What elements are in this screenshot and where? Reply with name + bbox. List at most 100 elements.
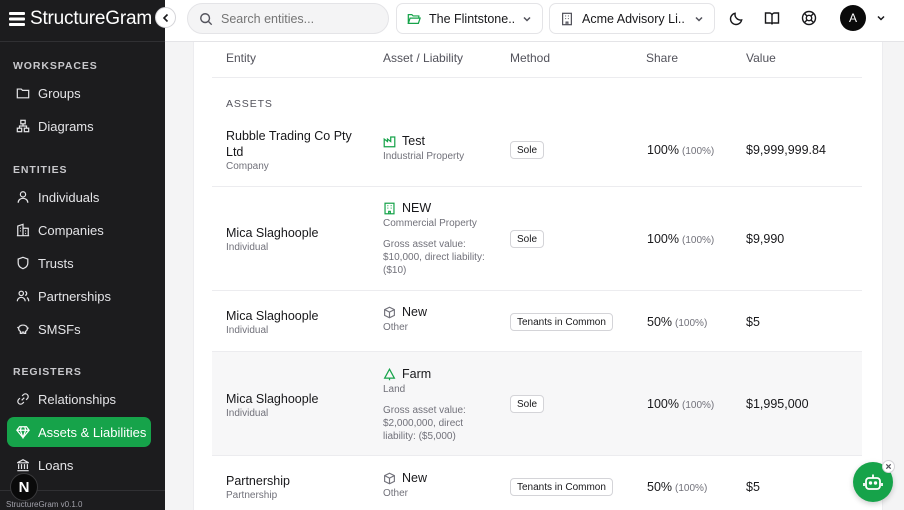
column-header-entity[interactable]: Entity: [226, 51, 256, 65]
sidebar-item-groups[interactable]: Groups: [7, 78, 151, 108]
life-buoy-icon: [801, 10, 817, 26]
asset-value: $5: [746, 480, 760, 494]
asset-value: $9,990: [746, 232, 785, 246]
entity-type: Partnership: [226, 490, 278, 501]
entity-type: Individual: [226, 408, 269, 419]
shield-icon: [17, 256, 29, 270]
user-avatar-sidebar[interactable]: N: [10, 473, 38, 501]
docs-button[interactable]: [762, 8, 782, 28]
asset-type: Industrial Property: [383, 151, 465, 162]
entity-name: Mica Slaghoople: [226, 309, 319, 323]
entity-name: Mica Slaghoople: [226, 226, 319, 240]
asset-name: Farm: [383, 367, 431, 381]
user-icon: [17, 191, 29, 203]
sidebar: StructureGram WORKSPACES Groups Diagrams…: [0, 0, 165, 510]
asset-value: $5: [746, 315, 760, 329]
method-badge: Tenants in Common: [510, 313, 613, 331]
folder-icon: [16, 88, 30, 99]
chevron-down-icon: [877, 15, 885, 21]
firm-select[interactable]: Acme Advisory Li...: [549, 3, 715, 34]
section-label-assets: ASSETS: [226, 98, 273, 110]
asset-value: $9,999,999.84: [746, 143, 826, 157]
divider: [0, 41, 165, 42]
divider: [212, 455, 862, 456]
sidebar-item-label: Relationships: [38, 391, 117, 407]
building-icon: [16, 223, 30, 237]
robot-icon: [863, 474, 883, 490]
box-icon: [384, 306, 395, 318]
asset-type: Land: [383, 384, 406, 395]
method-badge: Sole: [510, 395, 545, 413]
close-assistant-button[interactable]: [882, 460, 895, 473]
share-value: 100% (100%): [647, 232, 715, 246]
column-header-share[interactable]: Share: [646, 51, 678, 65]
asset-note: Gross asset value: $2,000,000, direct li…: [383, 405, 466, 442]
asset-name: New: [383, 305, 427, 319]
sidebar-item-assets-liabilities[interactable]: Assets & Liabilities: [7, 417, 151, 447]
share-value: 50% (100%): [647, 315, 708, 329]
column-header-asset-liability[interactable]: Asset / Liability: [383, 51, 463, 65]
section-label-registers: REGISTERS: [13, 366, 82, 378]
theme-toggle-button[interactable]: [726, 8, 746, 28]
sidebar-item-partnerships[interactable]: Partnerships: [7, 281, 151, 311]
version-label: StructureGram v0.1.0: [6, 500, 83, 509]
entity-name: Mica Slaghoople: [226, 392, 319, 406]
gem-icon: [16, 426, 30, 439]
sidebar-item-label: Assets & Liabilities: [38, 424, 147, 440]
asset-type: Commercial Property: [383, 218, 477, 229]
divider: [212, 77, 862, 78]
sidebar-item-trusts[interactable]: Trusts: [7, 248, 151, 278]
share-value: 100% (100%): [647, 143, 715, 157]
brand-name: StructureGram: [30, 8, 152, 29]
sidebar-item-label: Diagrams: [38, 118, 94, 134]
sidebar-item-label: Companies: [38, 222, 104, 238]
piggy-bank-icon: [16, 324, 29, 334]
sidebar-item-companies[interactable]: Companies: [7, 215, 151, 245]
brand-logo[interactable]: StructureGram: [8, 8, 152, 30]
user-avatar[interactable]: A: [840, 5, 866, 31]
close-icon: [885, 463, 892, 470]
asset-name: NEW: [383, 201, 431, 215]
sidebar-item-label: Individuals: [38, 189, 100, 205]
asset-note: Gross asset value: $10,000, direct liabi…: [383, 239, 485, 276]
link-icon: [17, 393, 29, 405]
landmark-icon: [17, 459, 29, 472]
method-badge: Tenants in Common: [510, 478, 613, 496]
section-label-entities: ENTITIES: [13, 164, 68, 176]
search-box[interactable]: [187, 3, 389, 34]
sidebar-item-diagrams[interactable]: Diagrams: [7, 111, 151, 141]
collapse-sidebar-button[interactable]: [155, 7, 176, 28]
share-value: 100% (100%): [647, 397, 715, 411]
section-label-workspaces: WORKSPACES: [13, 60, 98, 72]
top-header: The Flintstone... Acme Advisory Li... A: [165, 0, 904, 42]
sidebar-item-label: SMSFs: [38, 321, 81, 337]
method-badge: Sole: [510, 141, 545, 159]
office-building-icon: [384, 202, 395, 214]
column-header-value[interactable]: Value: [746, 51, 776, 65]
column-header-method[interactable]: Method: [510, 51, 550, 65]
sidebar-item-smsfs[interactable]: SMSFs: [7, 314, 151, 344]
asset-value: $1,995,000: [746, 397, 809, 411]
user-menu-button[interactable]: [871, 8, 891, 28]
search-input[interactable]: [221, 11, 371, 26]
divider: [212, 186, 862, 187]
book-open-icon: [764, 12, 780, 25]
group-select-value: The Flintstone...: [429, 11, 514, 26]
group-select[interactable]: The Flintstone...: [396, 3, 543, 34]
sidebar-item-label: Partnerships: [38, 288, 111, 304]
sidebar-item-label: Groups: [38, 85, 81, 101]
help-button[interactable]: [799, 8, 819, 28]
users-icon: [16, 290, 30, 302]
sidebar-item-relationships[interactable]: Relationships: [7, 384, 151, 414]
box-icon: [384, 472, 395, 484]
stack-logo-icon: [9, 12, 25, 26]
asset-name: New: [383, 471, 427, 485]
sidebar-item-label: Trusts: [38, 255, 74, 271]
building-icon: [562, 12, 572, 25]
entity-type: Company: [226, 161, 269, 172]
chevron-down-icon: [695, 16, 703, 22]
asset-type: Other: [383, 488, 409, 499]
sidebar-item-individuals[interactable]: Individuals: [7, 182, 151, 212]
entity-type: Individual: [226, 325, 269, 336]
divider: [212, 290, 862, 291]
